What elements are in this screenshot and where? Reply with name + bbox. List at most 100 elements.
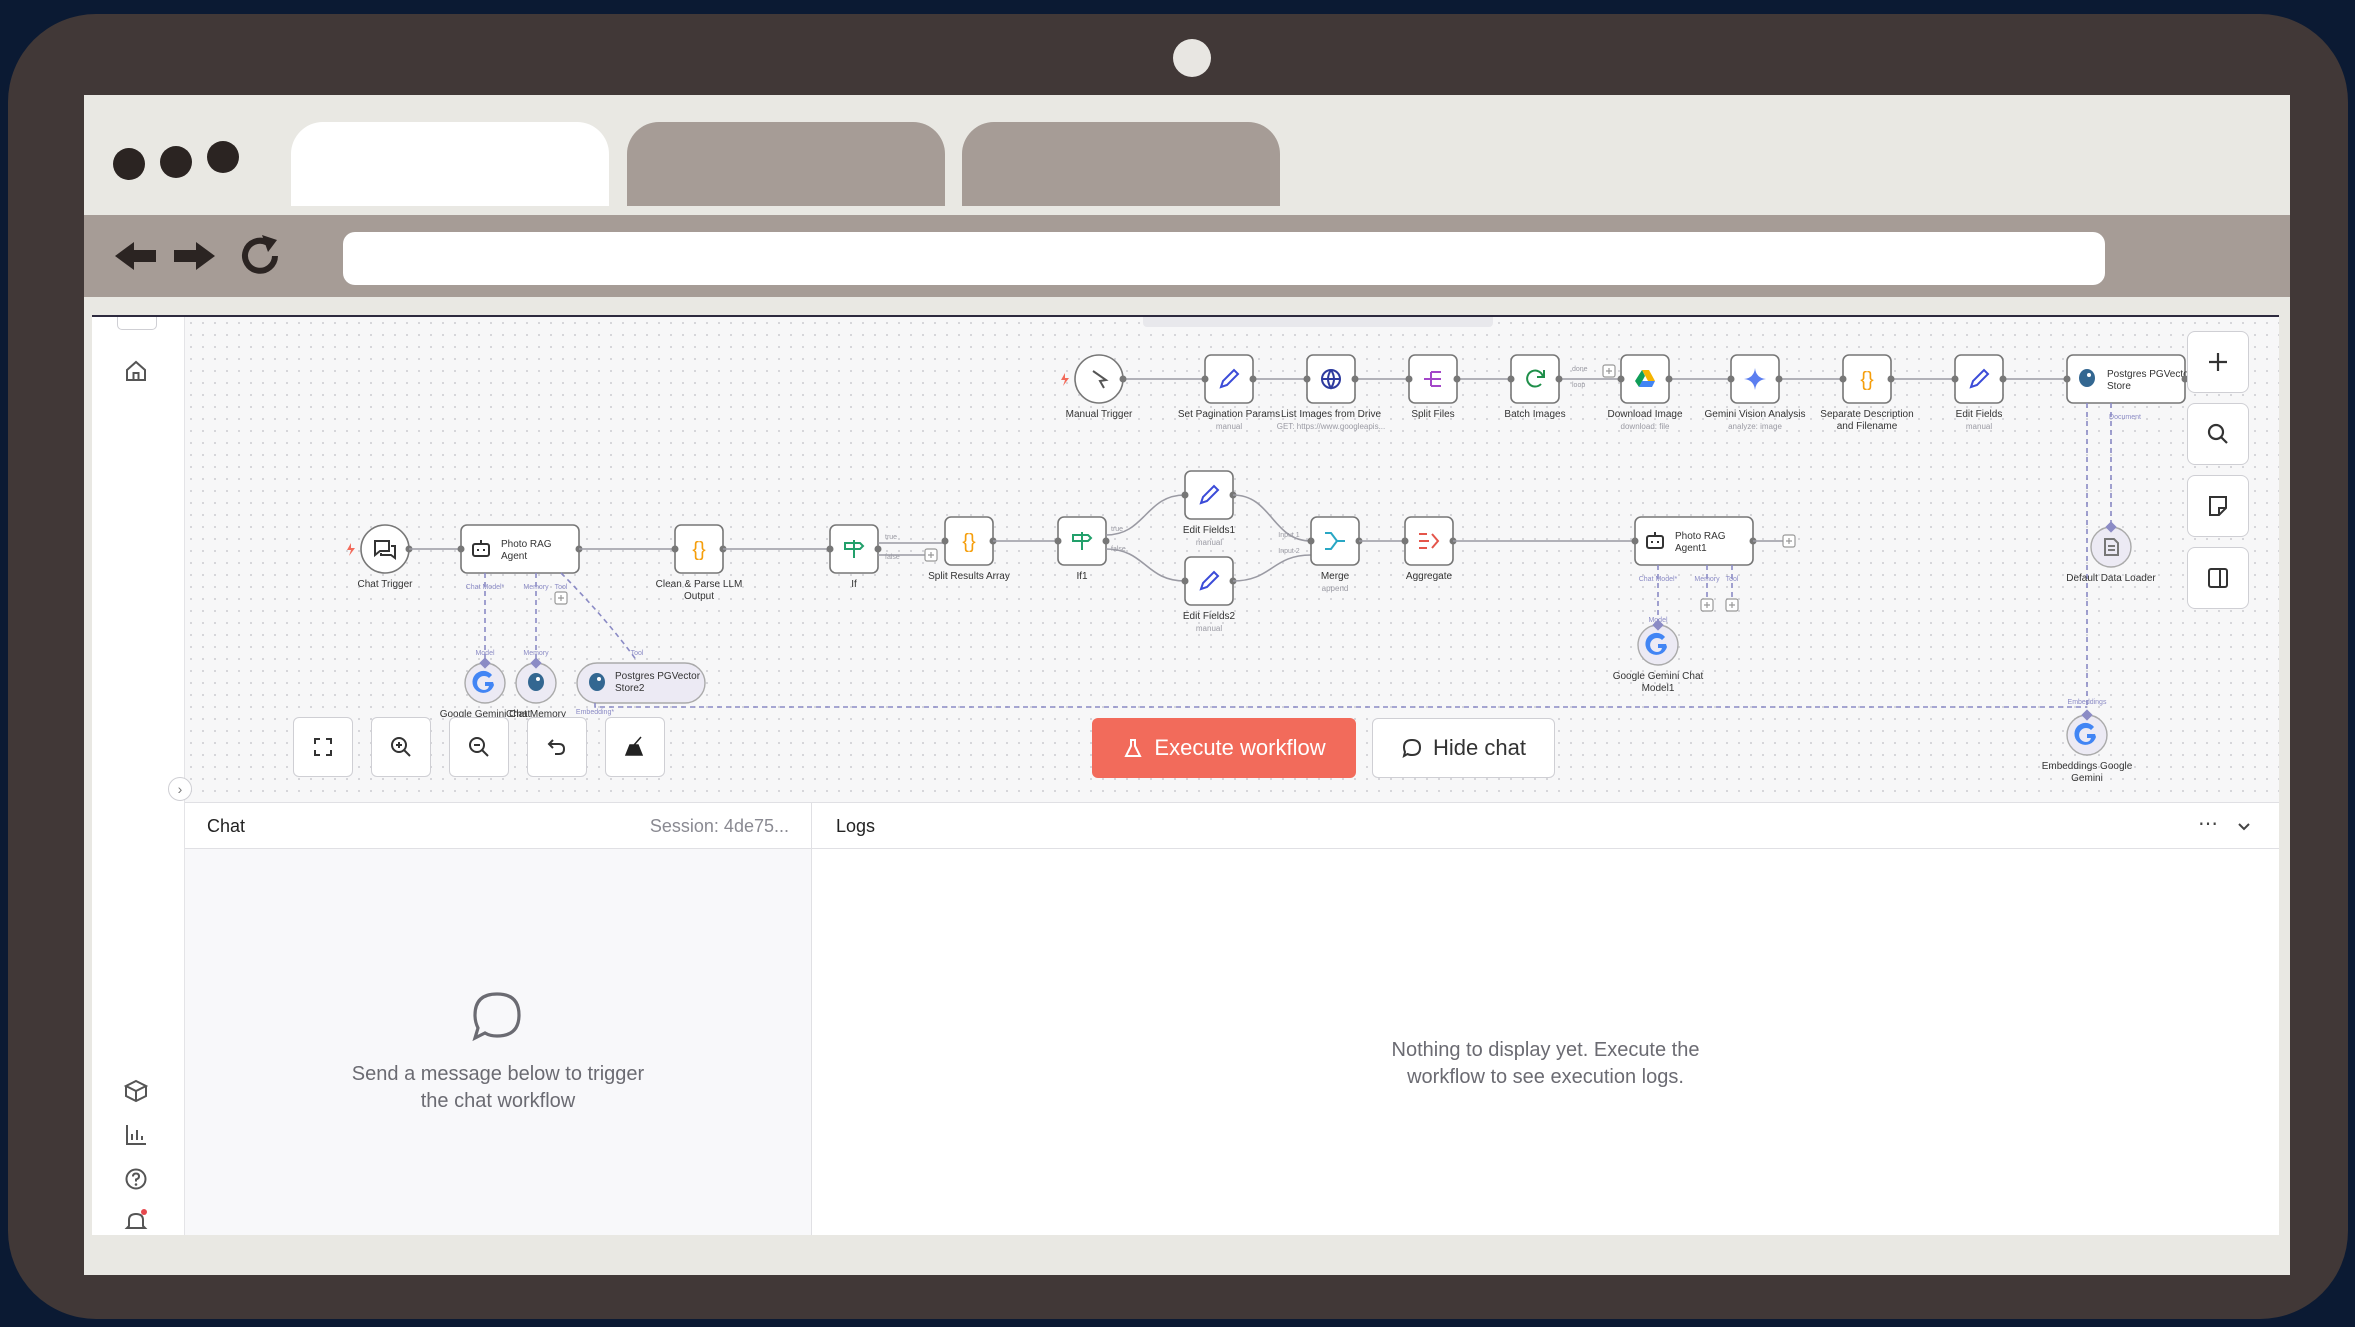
window-dot-1[interactable] (113, 148, 145, 180)
node-handle[interactable] (826, 545, 834, 553)
node-split-files[interactable]: Split Files (1408, 354, 1458, 420)
node-handle[interactable] (1303, 375, 1311, 383)
node-box[interactable] (1310, 516, 1360, 566)
add-node-button[interactable] (2187, 331, 2249, 393)
node-edit-fields2[interactable]: Edit Fields2 manual (1183, 556, 1236, 633)
forward-arrow-icon[interactable] (172, 233, 218, 279)
browser-tab-3[interactable] (962, 122, 1280, 206)
node-box[interactable] (360, 524, 410, 574)
search-nodes-button[interactable] (2187, 403, 2249, 465)
notifications-bell-icon[interactable] (122, 1207, 150, 1235)
node-handle[interactable] (1181, 491, 1189, 499)
node-chat-trigger[interactable]: Chat Trigger (357, 524, 413, 590)
templates-icon[interactable] (122, 1077, 150, 1105)
browser-tab-2[interactable] (627, 122, 945, 206)
hide-chat-button[interactable]: Hide chat (1372, 718, 1555, 778)
undo-button[interactable] (527, 717, 587, 777)
browser-window: Manual Trigger Set Pagination Params manua… (84, 95, 2290, 1275)
insights-icon[interactable] (122, 1121, 150, 1149)
node-download-image[interactable]: Download Image download: file (1607, 354, 1683, 431)
node-if1[interactable]: If1 (1057, 516, 1107, 582)
node-handle[interactable] (1839, 375, 1847, 383)
node-handle[interactable] (1201, 375, 1209, 383)
node-handle[interactable] (874, 545, 882, 553)
node-clean-parse-llm-output[interactable]: {} Clean & Parse LLMOutput (656, 524, 743, 602)
sidebar-add-button[interactable] (117, 317, 157, 330)
chat-session-id[interactable]: Session: 4de75... (650, 816, 789, 837)
node-handle[interactable] (1507, 375, 1515, 383)
node-handle[interactable] (1951, 375, 1959, 383)
workflow-canvas[interactable]: Manual Trigger Set Pagination Params manua… (185, 317, 2279, 803)
node-handle[interactable] (941, 537, 949, 545)
node-edit-fields1[interactable]: Edit Fields1 manual (1183, 470, 1236, 547)
node-box[interactable] (1510, 354, 1560, 404)
node-separate-description-and-filename[interactable]: {} Separate Descriptionand Filename (1820, 354, 1914, 432)
node-batch-images[interactable]: Batch Images (1504, 354, 1566, 420)
window-dot-3[interactable] (207, 141, 239, 173)
chevron-down-icon[interactable] (2236, 818, 2252, 834)
node-handle[interactable] (1453, 375, 1461, 383)
node-list-images-from-drive[interactable]: List Images from Drive GET: https://www.g… (1277, 354, 1386, 431)
home-icon[interactable] (122, 357, 150, 385)
logs-title: Logs (836, 816, 876, 836)
node-handle[interactable] (1405, 375, 1413, 383)
node-manual-trigger[interactable]: Manual Trigger (1066, 354, 1133, 420)
node-postgres-pgvector-store[interactable]: Postgres PGVectorStore (2066, 354, 2193, 404)
node-split-results-array[interactable]: {} Split Results Array (928, 516, 1010, 582)
reload-icon[interactable] (237, 233, 283, 279)
sticky-note-button[interactable] (2187, 475, 2249, 537)
node-handle[interactable] (1775, 375, 1783, 383)
node-handle[interactable] (1119, 375, 1127, 383)
node-handle[interactable] (2063, 375, 2071, 383)
node-aggregate[interactable]: Aggregate (1404, 516, 1454, 582)
node-handle[interactable] (1181, 577, 1189, 585)
node-handle[interactable] (1555, 375, 1563, 383)
node-box[interactable] (1184, 470, 1234, 520)
address-bar[interactable] (343, 232, 2105, 285)
node-handle[interactable] (1999, 375, 2007, 383)
node-edit-fields[interactable]: Edit Fields manual (1954, 354, 2004, 431)
node-handle[interactable] (1887, 375, 1895, 383)
node-merge[interactable]: Merge append (1310, 516, 1360, 593)
node-if[interactable]: If (829, 524, 879, 590)
fit-view-button[interactable] (293, 717, 353, 777)
clear-execution-button[interactable] (605, 717, 665, 777)
subnode-default-data-loader[interactable]: Default Data Loader (2066, 521, 2156, 584)
node-handle[interactable] (1631, 537, 1639, 545)
node-box[interactable] (1204, 354, 1254, 404)
node-box[interactable] (1620, 354, 1670, 404)
node-handle[interactable] (1054, 537, 1062, 545)
node-photo-rag-agent[interactable]: Photo RAGAgent (460, 524, 580, 574)
node-photo-rag-agent1[interactable]: Photo RAGAgent1 (1634, 516, 1754, 566)
browser-tab-active[interactable] (291, 122, 609, 206)
node-box[interactable] (1074, 354, 1124, 404)
subnode-postgres-pgvector-store2[interactable]: Postgres PGVectorStore2 (576, 662, 706, 704)
node-handle[interactable] (1401, 537, 1409, 545)
node-box[interactable] (1954, 354, 2004, 404)
node-box[interactable] (1184, 556, 1234, 606)
node-gemini-vision-analysis[interactable]: Gemini Vision Analysis analyze: image (1705, 354, 1806, 431)
subnode-embeddings-google-gemini[interactable]: Embeddings GoogleGemini (2042, 709, 2133, 784)
subnode-chat-memory[interactable]: Chat Memory (506, 657, 566, 720)
help-icon[interactable] (122, 1165, 150, 1193)
back-arrow-icon[interactable] (112, 233, 158, 279)
node-handle[interactable] (671, 545, 679, 553)
node-handle[interactable] (1665, 375, 1673, 383)
node-handle[interactable] (457, 545, 465, 553)
expand-sidebar-button[interactable]: › (168, 777, 192, 801)
node-handle[interactable] (1307, 537, 1315, 545)
node-handle[interactable] (1102, 537, 1110, 545)
execute-workflow-button[interactable]: Execute workflow (1092, 718, 1356, 778)
zoom-out-button[interactable] (449, 717, 509, 777)
window-dot-2[interactable] (160, 146, 192, 178)
port-label-input-2: Input 2 (1278, 548, 1300, 555)
zoom-in-button[interactable] (371, 717, 431, 777)
toggle-panel-button[interactable] (2187, 547, 2249, 609)
node-set-pagination-params[interactable]: Set Pagination Params manual (1178, 354, 1280, 431)
node-handle[interactable] (1351, 375, 1359, 383)
node-handle[interactable] (1727, 375, 1735, 383)
more-options-icon[interactable]: ⋯ (2198, 811, 2218, 836)
subnode-google-gemini-chat-model1[interactable]: Google Gemini ChatModel1 (1613, 619, 1704, 694)
node-handle[interactable] (1249, 375, 1257, 383)
node-handle[interactable] (1617, 375, 1625, 383)
